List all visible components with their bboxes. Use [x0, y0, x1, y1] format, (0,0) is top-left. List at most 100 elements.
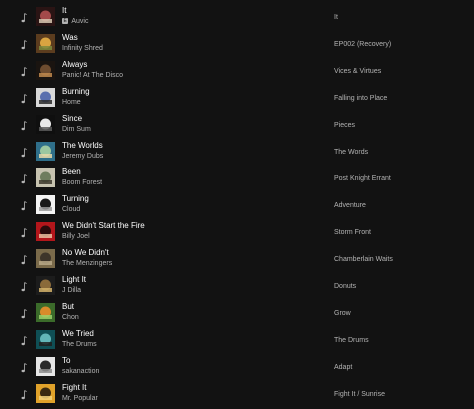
track-album[interactable]: Pieces: [334, 121, 355, 130]
track-album[interactable]: Post Knight Errant: [334, 174, 391, 183]
album-art: [36, 249, 55, 269]
music-note-icon: [21, 147, 27, 157]
track-album[interactable]: The Drums: [334, 336, 369, 345]
track-row[interactable]: Was Infinity Shred EP002 (Recovery): [0, 31, 474, 58]
track-artist[interactable]: Chon: [62, 314, 79, 321]
track-row[interactable]: Fight It Mr. Popular Fight It / Sunrise: [0, 381, 474, 408]
track-artist[interactable]: Boom Forest: [62, 179, 102, 186]
track-row[interactable]: Burning Home Falling into Place: [0, 85, 474, 112]
track-album[interactable]: Grow: [334, 309, 351, 318]
track-album[interactable]: EP002 (Recovery): [334, 40, 391, 49]
track-row[interactable]: It E Auvic It: [0, 4, 474, 31]
track-artist-line: The Menzingers: [62, 259, 112, 268]
track-album[interactable]: Storm Front: [334, 228, 371, 237]
album-art: [36, 141, 55, 161]
track-album[interactable]: The Words: [334, 148, 368, 157]
track-artist-line: Jeremy Dubs: [62, 152, 103, 161]
track-title[interactable]: Been: [62, 167, 81, 177]
music-note-icon: [21, 40, 27, 50]
track-title[interactable]: Turning: [62, 194, 89, 204]
track-row[interactable]: To sakanaction Adapt: [0, 354, 474, 381]
track-title[interactable]: Always: [62, 60, 87, 70]
album-art: [36, 356, 55, 376]
track-artist[interactable]: Home: [62, 99, 81, 106]
track-artist[interactable]: Cloud: [62, 206, 80, 213]
album-art: [36, 114, 55, 134]
track-row[interactable]: But Chon Grow: [0, 300, 474, 327]
track-row[interactable]: Always Panic! At The Disco Vices & Virtues: [0, 58, 474, 85]
track-artist[interactable]: Jeremy Dubs: [62, 153, 103, 160]
track-title[interactable]: Burning: [62, 87, 90, 97]
music-note-icon: [21, 335, 27, 345]
track-row[interactable]: We Tried The Drums The Drums: [0, 327, 474, 354]
music-note-icon: [21, 228, 27, 238]
music-note-icon: [21, 120, 27, 130]
track-artist-line: J Dilla: [62, 286, 81, 295]
music-note-icon: [21, 174, 27, 184]
music-note-icon: [21, 255, 27, 265]
track-album[interactable]: Adapt: [334, 363, 352, 372]
music-note-icon: [21, 282, 27, 292]
album-art: [36, 168, 55, 188]
album-art: [36, 302, 55, 322]
track-album[interactable]: Donuts: [334, 282, 356, 291]
track-artist-line: Home: [62, 98, 81, 107]
track-artist[interactable]: sakanaction: [62, 368, 99, 375]
track-artist-line: Mr. Popular: [62, 394, 98, 403]
album-art: [36, 195, 55, 215]
track-artist-line: Dim Sum: [62, 125, 91, 134]
track-artist-line: sakanaction: [62, 367, 99, 376]
track-album[interactable]: Vices & Virtues: [334, 67, 381, 76]
track-artist-line: Chon: [62, 313, 79, 322]
album-art: [36, 7, 55, 26]
track-artist-line: Infinity Shred: [62, 44, 103, 53]
track-album[interactable]: Chamberlain Waits: [334, 255, 393, 264]
track-artist-line: Cloud: [62, 205, 80, 214]
music-note-icon: [21, 201, 27, 211]
track-row[interactable]: Turning Cloud Adventure: [0, 192, 474, 219]
track-row[interactable]: Been Boom Forest Post Knight Errant: [0, 165, 474, 192]
track-artist[interactable]: Mr. Popular: [62, 395, 98, 402]
album-art: [36, 87, 55, 107]
track-artist-line: The Drums: [62, 340, 97, 349]
track-title[interactable]: We Didn't Start the Fire: [62, 221, 145, 231]
track-title[interactable]: Fight It: [62, 383, 86, 393]
track-row[interactable]: Since Dim Sum Pieces: [0, 112, 474, 139]
music-note-icon: [21, 13, 27, 23]
track-album[interactable]: Falling into Place: [334, 94, 387, 103]
track-title[interactable]: But: [62, 302, 74, 312]
music-note-icon: [21, 309, 27, 319]
track-artist-line: Boom Forest: [62, 178, 102, 187]
track-row[interactable]: Light It J Dilla Donuts: [0, 273, 474, 300]
track-artist[interactable]: The Drums: [62, 341, 97, 348]
track-artist[interactable]: J Dilla: [62, 287, 81, 294]
track-title[interactable]: Light It: [62, 275, 86, 285]
track-title[interactable]: To: [62, 356, 70, 366]
track-title[interactable]: It: [62, 6, 66, 16]
album-art: [36, 60, 55, 80]
track-artist[interactable]: Infinity Shred: [62, 45, 103, 52]
track-artist-line: Panic! At The Disco: [62, 71, 123, 80]
track-row[interactable]: No We Didn't The Menzingers Chamberlain Wa…: [0, 246, 474, 273]
track-title[interactable]: We Tried: [62, 329, 94, 339]
music-note-icon: [21, 66, 27, 76]
track-album[interactable]: Fight It / Sunrise: [334, 390, 385, 399]
track-album[interactable]: Adventure: [334, 201, 366, 210]
track-title[interactable]: Since: [62, 114, 82, 124]
track-artist[interactable]: Auvic: [71, 18, 88, 25]
track-row[interactable]: The Worlds Jeremy Dubs The Words: [0, 139, 474, 166]
track-artist[interactable]: Dim Sum: [62, 126, 91, 133]
album-art: [36, 222, 55, 242]
track-album[interactable]: It: [334, 13, 338, 22]
track-artist[interactable]: The Menzingers: [62, 260, 112, 267]
track-title[interactable]: The Worlds: [62, 141, 103, 151]
track-artist[interactable]: Panic! At The Disco: [62, 72, 123, 79]
track-row[interactable]: We Didn't Start the Fire Billy Joel Storm …: [0, 219, 474, 246]
track-artist[interactable]: Billy Joel: [62, 233, 90, 240]
album-art: [36, 276, 55, 295]
music-note-icon: [21, 362, 27, 372]
track-title[interactable]: Was: [62, 33, 78, 43]
track-artist-line: Billy Joel: [62, 232, 90, 241]
track-title[interactable]: No We Didn't: [62, 248, 109, 258]
music-note-icon: [21, 389, 27, 399]
